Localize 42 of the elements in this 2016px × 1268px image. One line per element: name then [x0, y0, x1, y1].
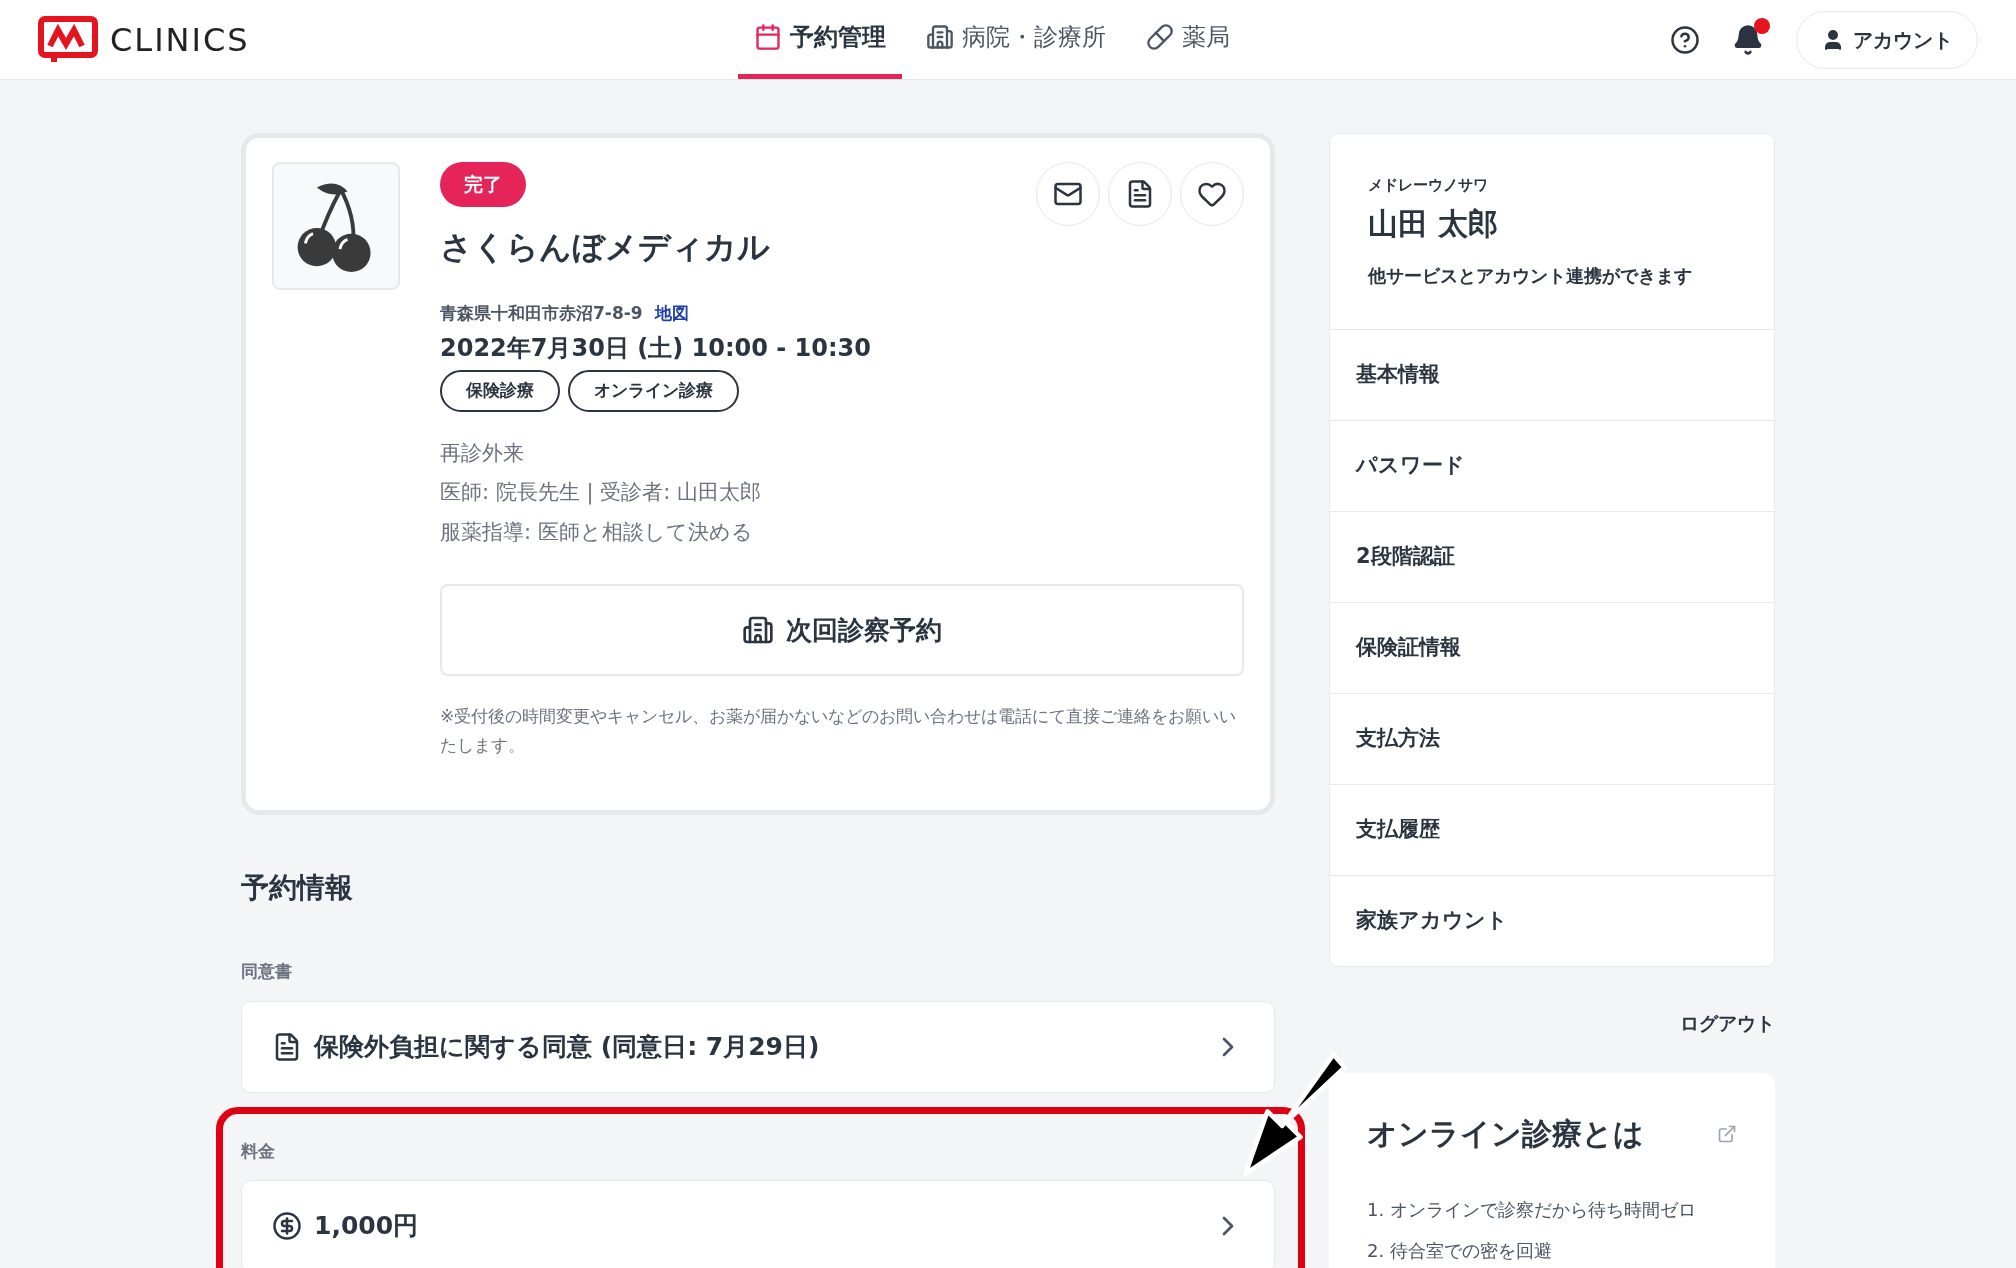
- menu-item[interactable]: パスワード: [1330, 419, 1774, 511]
- logo-icon: [38, 15, 98, 64]
- appointment-datetime: 2022年7月30日 (土) 10:00 - 10:30: [440, 333, 872, 364]
- clinic-name: さくらんぼメディカル: [440, 226, 770, 268]
- name-kana: メドレーウノサワ: [1368, 175, 1489, 196]
- field-label: 同意書: [241, 960, 293, 983]
- menu-item[interactable]: 家族アカウント: [1330, 874, 1774, 966]
- pill-icon: [1146, 23, 1174, 51]
- info-item: 1. オンラインで診察だから待ち時間ゼロ: [1367, 1198, 1697, 1222]
- map-link[interactable]: 地図: [654, 300, 689, 326]
- user-name: 山田 太郎: [1368, 204, 1500, 243]
- note-text: ※受付後の時間変更やキャンセル、お薬が届かないなどのお問い合わせは電話にて直接ご連絡をお願いいたします。: [440, 705, 1238, 757]
- tag: 保険診療: [440, 370, 560, 412]
- info-title: オンライン診療とは: [1367, 1115, 1644, 1153]
- logo-text: CLINICS: [110, 19, 250, 61]
- consent-row[interactable]: 保険外負担に関する同意 (同意日: 7月29日): [241, 1000, 1275, 1093]
- next-appointment-button[interactable]: 次回診察予約: [440, 584, 1244, 676]
- nav-tab[interactable]: 予約管理: [738, 0, 902, 79]
- nav-tab[interactable]: 病院・診療所: [910, 0, 1122, 79]
- menu-item[interactable]: 支払履歴: [1330, 783, 1774, 875]
- section-heading: 予約情報: [241, 870, 354, 906]
- menu-item[interactable]: 2段階認証: [1330, 510, 1774, 602]
- menu-item[interactable]: 基本情報: [1330, 328, 1774, 420]
- tag: オンライン診療: [568, 370, 739, 412]
- detail-text: 医師: 院長先生 | 受診者: 山田太郎: [440, 479, 762, 507]
- clinic-address: 青森県十和田市赤沼7-8-9: [440, 301, 643, 325]
- hospital-icon: [742, 614, 774, 646]
- account-link[interactable]: 他サービスとアカウント連携ができます: [1368, 261, 1736, 289]
- detail-text: 再診外来: [440, 439, 525, 467]
- detail-text: 服薬指導: 医師と相談して決める: [440, 518, 754, 546]
- info-item: 2. 待合室での密を回避: [1367, 1239, 1553, 1263]
- help-icon[interactable]: [1670, 24, 1700, 55]
- menu-item[interactable]: 支払方法: [1330, 692, 1774, 784]
- menu-item[interactable]: 保険証情報: [1330, 601, 1774, 693]
- hospital-icon: [926, 23, 954, 51]
- nav-tab[interactable]: 薬局: [1130, 0, 1246, 79]
- calendar-icon: [754, 23, 782, 51]
- bell-icon[interactable]: [1732, 23, 1764, 56]
- field-label: 料金: [241, 1139, 276, 1163]
- status-badge: 完了: [440, 162, 526, 207]
- logout-link[interactable]: ログアウト: [1680, 1008, 1775, 1037]
- fee-row[interactable]: 1,000円: [241, 1180, 1275, 1268]
